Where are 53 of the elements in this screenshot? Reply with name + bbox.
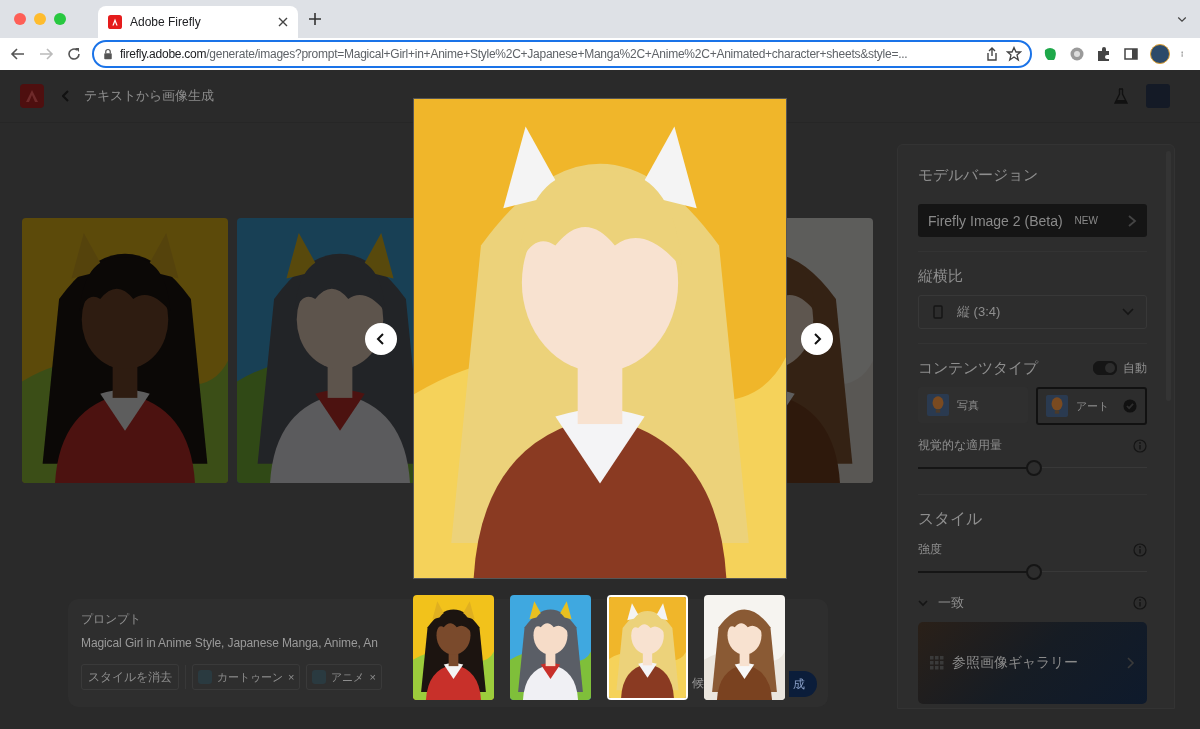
image-thumbnail[interactable] bbox=[607, 595, 688, 700]
chevron-right-icon bbox=[812, 332, 822, 345]
prompt-field[interactable]: Magical Girl in Anime Style, Japanese Manga, Anime, An bbox=[81, 636, 378, 650]
browser-tab[interactable]: Adobe Firefly bbox=[98, 6, 298, 38]
image-thumbnail[interactable] bbox=[704, 595, 785, 700]
chevron-right-icon bbox=[1127, 657, 1135, 669]
forward-arrow-icon[interactable] bbox=[38, 46, 54, 62]
sidebar-icon[interactable] bbox=[1123, 46, 1139, 62]
chevron-down-icon bbox=[1122, 308, 1134, 316]
new-tab-icon[interactable] bbox=[308, 12, 322, 26]
reference-gallery-button[interactable]: 参照画像ギャラリー bbox=[918, 622, 1147, 704]
avatar-icon[interactable] bbox=[1150, 44, 1170, 64]
section-heading: コンテンツタイプ bbox=[918, 358, 1038, 378]
generate-button[interactable]: 成 bbox=[789, 671, 817, 697]
chevron-left-icon bbox=[376, 332, 386, 345]
zoom-window-button[interactable] bbox=[54, 13, 66, 25]
style-chip[interactable]: アニメ × bbox=[306, 664, 382, 690]
style-chip[interactable]: カートゥーン × bbox=[192, 664, 301, 690]
slider-label: 視覚的な適用量 bbox=[918, 437, 1002, 454]
firefly-logo-icon bbox=[108, 15, 122, 29]
toggle-label: 自動 bbox=[1123, 359, 1147, 377]
share-icon[interactable] bbox=[984, 46, 1000, 62]
close-window-button[interactable] bbox=[14, 13, 26, 25]
checkmark-icon bbox=[1123, 399, 1137, 413]
address-bar[interactable]: firefly.adobe.com/generate/images?prompt=Magical+Girl+in+Anime+Style%2C+Japanese+Manga%2C+Anime%2C+Animated+character+sheets&style=... bbox=[92, 40, 1032, 68]
visual-intensity-slider[interactable] bbox=[918, 460, 1147, 476]
lock-icon bbox=[102, 46, 114, 62]
star-icon[interactable] bbox=[1006, 46, 1022, 62]
puzzle-icon[interactable] bbox=[1096, 46, 1112, 62]
section-heading: 縦横比 bbox=[918, 266, 964, 286]
balloon-thumbnail-icon bbox=[927, 394, 949, 416]
close-icon[interactable] bbox=[278, 17, 288, 27]
content-type-option[interactable]: アート bbox=[1035, 387, 1147, 425]
strength-slider[interactable] bbox=[918, 564, 1147, 580]
reload-icon[interactable] bbox=[66, 46, 82, 62]
back-arrow-icon[interactable] bbox=[10, 46, 26, 62]
prompt-label: プロンプト bbox=[81, 611, 141, 628]
image-thumbnail[interactable] bbox=[510, 595, 591, 700]
section-heading: モデルバージョン bbox=[918, 165, 1039, 185]
page-title: テキストから画像生成 bbox=[84, 87, 215, 105]
auto-toggle[interactable] bbox=[1093, 361, 1117, 375]
balloon-thumbnail-icon bbox=[1045, 395, 1068, 417]
grid-icon bbox=[930, 656, 944, 670]
clear-style-button[interactable]: スタイルを消去 bbox=[81, 664, 179, 690]
url-text: firefly.adobe.com/generate/images?prompt=Magical+Girl+in+Anime+Style%2C+Japanese+Manga%2C+Anime%2C+Animated+character+sheets&style=... bbox=[120, 47, 909, 61]
section-heading: スタイル bbox=[918, 509, 983, 529]
slider-label: 強度 bbox=[918, 541, 942, 558]
portrait-icon bbox=[933, 305, 943, 319]
aspect-ratio-dropdown[interactable]: 縦 (3:4) bbox=[918, 295, 1147, 329]
image-thumbnail[interactable] bbox=[413, 595, 494, 700]
model-version-button[interactable]: Firefly Image 2 (Beta) NEW bbox=[918, 204, 1147, 237]
hint-text: 候 bbox=[692, 675, 704, 692]
chevron-right-icon bbox=[1127, 213, 1137, 228]
